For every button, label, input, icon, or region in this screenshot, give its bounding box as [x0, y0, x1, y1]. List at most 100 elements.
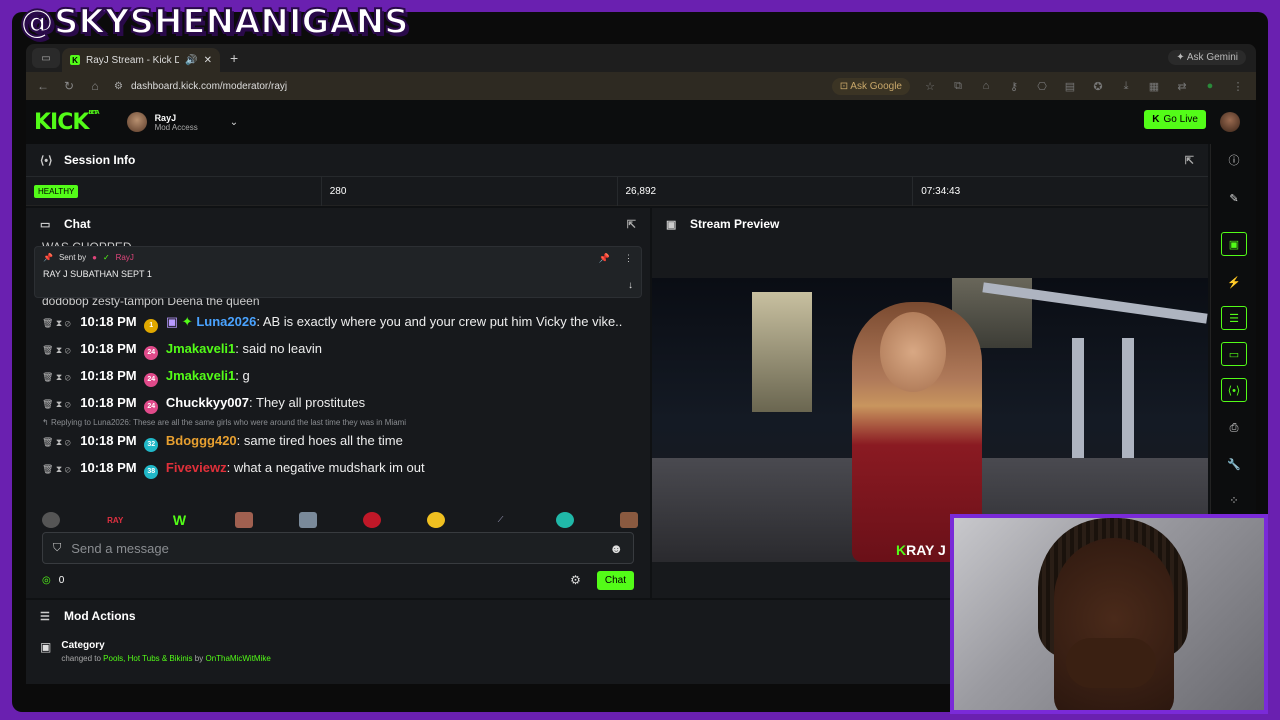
broadcast-panel-icon[interactable]: ⟨•⟩: [1221, 378, 1247, 402]
reply-context: ↰ Replying to Luna2026: These are all th…: [42, 418, 407, 427]
emote-icon[interactable]: ⟋: [492, 512, 510, 528]
extension-icon-8[interactable]: ⇄: [1174, 80, 1190, 93]
browser-menu-icon[interactable]: ⋮: [1230, 80, 1246, 93]
printer-icon[interactable]: ⎙: [1221, 416, 1247, 440]
kick-logo[interactable]: KICKBETA: [34, 109, 100, 135]
mic-badge-icon: ●: [92, 253, 97, 262]
chevron-down-icon[interactable]: ⌄: [230, 117, 238, 128]
edit-icon[interactable]: ✎: [1221, 186, 1247, 210]
emote-icon[interactable]: [427, 512, 446, 528]
go-live-label: Go Live: [1163, 114, 1198, 125]
stream-health: HEALTHY: [26, 177, 322, 206]
message-username[interactable]: Jmakaveli1: [166, 368, 235, 383]
home-icon[interactable]: ⌂: [88, 79, 102, 93]
ask-google-button[interactable]: ⊡ Ask Google: [831, 77, 910, 95]
speaker-icon[interactable]: 🔊: [185, 55, 197, 66]
sidebar-toggle-icon[interactable]: ▭: [32, 48, 60, 68]
kick-logo-beta: BETA: [88, 109, 99, 116]
emote-icon[interactable]: [234, 512, 253, 528]
chat-placeholder: Send a message: [71, 540, 169, 556]
chat-popout-icon[interactable]: ⇱: [627, 218, 636, 231]
browser-tab[interactable]: K RayJ Stream - Kick Dashb 🔊 ✕: [62, 48, 220, 72]
download-icon[interactable]: ⤓: [1118, 80, 1134, 93]
mod-action-moderator[interactable]: OnThaMicWitMike: [205, 654, 270, 663]
mod-action-title: Category: [61, 640, 105, 651]
pinned-sent-by: Sent by: [58, 253, 87, 262]
site-info-icon[interactable]: ⚙: [114, 81, 123, 92]
emote-icon[interactable]: [555, 512, 574, 528]
bookmark-star-icon[interactable]: ☆: [922, 80, 938, 93]
extension-icon-5[interactable]: ▤: [1062, 80, 1078, 93]
sub-badge: 1: [144, 319, 159, 333]
message-username[interactable]: Jmakaveli1: [166, 341, 235, 356]
message-username[interactable]: Luna2026: [196, 314, 256, 329]
ask-gemini-button[interactable]: ✦ Ask Gemini: [1168, 50, 1246, 65]
mod-actions-icon[interactable]: 🗑 ⧗ ⊘: [42, 372, 71, 382]
chat-footer: ◎ 0 ⚙ Chat: [42, 568, 634, 592]
lightning-icon[interactable]: ⚡: [1221, 270, 1247, 294]
chat-title: Chat: [64, 217, 91, 231]
chat-panel-icon[interactable]: ▭: [1221, 342, 1247, 366]
chat-message: 🗑 ⧗ ⊘ 10:18 PM 1 ▣ ✦ Luna2026: AB is exa…: [42, 312, 642, 333]
go-live-button[interactable]: K Go Live: [1144, 110, 1206, 129]
user-avatar[interactable]: [1220, 112, 1240, 132]
chat-badge-icon[interactable]: ⛉: [53, 542, 61, 555]
pinned-menu-icon[interactable]: ⋮: [624, 253, 633, 264]
mod-actions-icon[interactable]: 🗑 ⧗ ⊘: [42, 318, 71, 328]
streamer-face: [880, 312, 946, 392]
profile-icon[interactable]: ●: [1202, 80, 1218, 92]
webcam-overlay: [950, 514, 1268, 714]
mod-actions-icon[interactable]: 🗑 ⧗ ⊘: [42, 399, 71, 409]
sub-badge: 32: [144, 438, 159, 452]
channel-switcher[interactable]: RayJ Mod Access ⌄: [126, 112, 238, 132]
extension-icon-3[interactable]: ⚷: [1006, 80, 1022, 93]
list-icon[interactable]: ☰: [1221, 306, 1247, 330]
message-username[interactable]: Bdoggg420: [166, 433, 237, 448]
mod-actions-icon[interactable]: 🗑 ⧗ ⊘: [42, 464, 71, 474]
emote-icon[interactable]: [363, 512, 382, 528]
info-icon[interactable]: ⓘ: [1221, 148, 1247, 172]
pillar: [1122, 338, 1134, 458]
emoji-icon[interactable]: ☻: [609, 541, 623, 556]
chat-send-button[interactable]: Chat: [596, 570, 634, 590]
url-bar: ← ↻ ⌂ ⚙ dashboard.kick.com/moderator/ray…: [26, 72, 1256, 100]
unpin-icon[interactable]: 📌: [599, 253, 610, 264]
extension-icon-2[interactable]: ⌂: [978, 80, 994, 92]
sub-badge: 24: [144, 373, 159, 387]
emote-ray-icon[interactable]: RAY: [106, 512, 124, 528]
mod-actions-icon[interactable]: 🗑 ⧗ ⊘: [42, 345, 71, 355]
video-panel-icon[interactable]: ▣: [1221, 232, 1247, 256]
extension-icon-7[interactable]: ▦: [1146, 80, 1162, 93]
extension-icon[interactable]: ⧉: [950, 80, 966, 93]
tab-title: RayJ Stream - Kick Dashb: [86, 54, 180, 66]
extension-icon-6[interactable]: ✪: [1090, 80, 1106, 93]
address-field[interactable]: ⚙ dashboard.kick.com/moderator/rayj: [114, 75, 820, 97]
mod-action-category[interactable]: Pools, Hot Tubs & Bikinis: [103, 654, 192, 663]
emote-w-icon[interactable]: W: [170, 512, 188, 528]
emote-icon[interactable]: [42, 512, 60, 528]
url-text: dashboard.kick.com/moderator/rayj: [130, 80, 288, 92]
gift-badge-icon: ▣: [165, 314, 179, 329]
chat-input[interactable]: ⛉ Send a message ☻: [42, 532, 634, 564]
new-tab-icon[interactable]: +: [230, 50, 238, 66]
back-icon[interactable]: ←: [36, 79, 50, 93]
emote-icon[interactable]: [298, 512, 317, 528]
popout-icon[interactable]: ⇱: [1185, 154, 1194, 167]
message-username[interactable]: Chuckkyy007: [166, 395, 249, 410]
extension-icon-4[interactable]: ⎔: [1034, 80, 1050, 93]
reload-icon[interactable]: ↻: [62, 79, 76, 93]
close-tab-icon[interactable]: ✕: [204, 55, 212, 66]
stream-preview-title: Stream Preview: [690, 217, 780, 231]
mod-actions-icon[interactable]: 🗑 ⧗ ⊘: [42, 437, 71, 447]
arrow-down-icon[interactable]: ↓: [628, 280, 633, 291]
chat-settings-icon[interactable]: ⚙: [570, 573, 581, 587]
chat-message: 🗑 ⧗ ⊘ 10:18 PM 32 Bdoggg420: same tired …: [42, 431, 642, 452]
apps-icon[interactable]: ⁘: [1221, 488, 1247, 512]
message-time: 10:18 PM: [80, 395, 137, 410]
message-username[interactable]: Fiveviewz: [166, 460, 227, 475]
emote-icon[interactable]: [619, 512, 638, 528]
ask-google-label: Ask Google: [850, 80, 902, 92]
chat-header: ▭ Chat ⇱: [26, 208, 650, 240]
wrench-icon[interactable]: 🔧: [1221, 452, 1247, 476]
chat-messages: 🗑 ⧗ ⊘ 10:18 PM 1 ▣ ✦ Luna2026: AB is exa…: [42, 312, 642, 485]
